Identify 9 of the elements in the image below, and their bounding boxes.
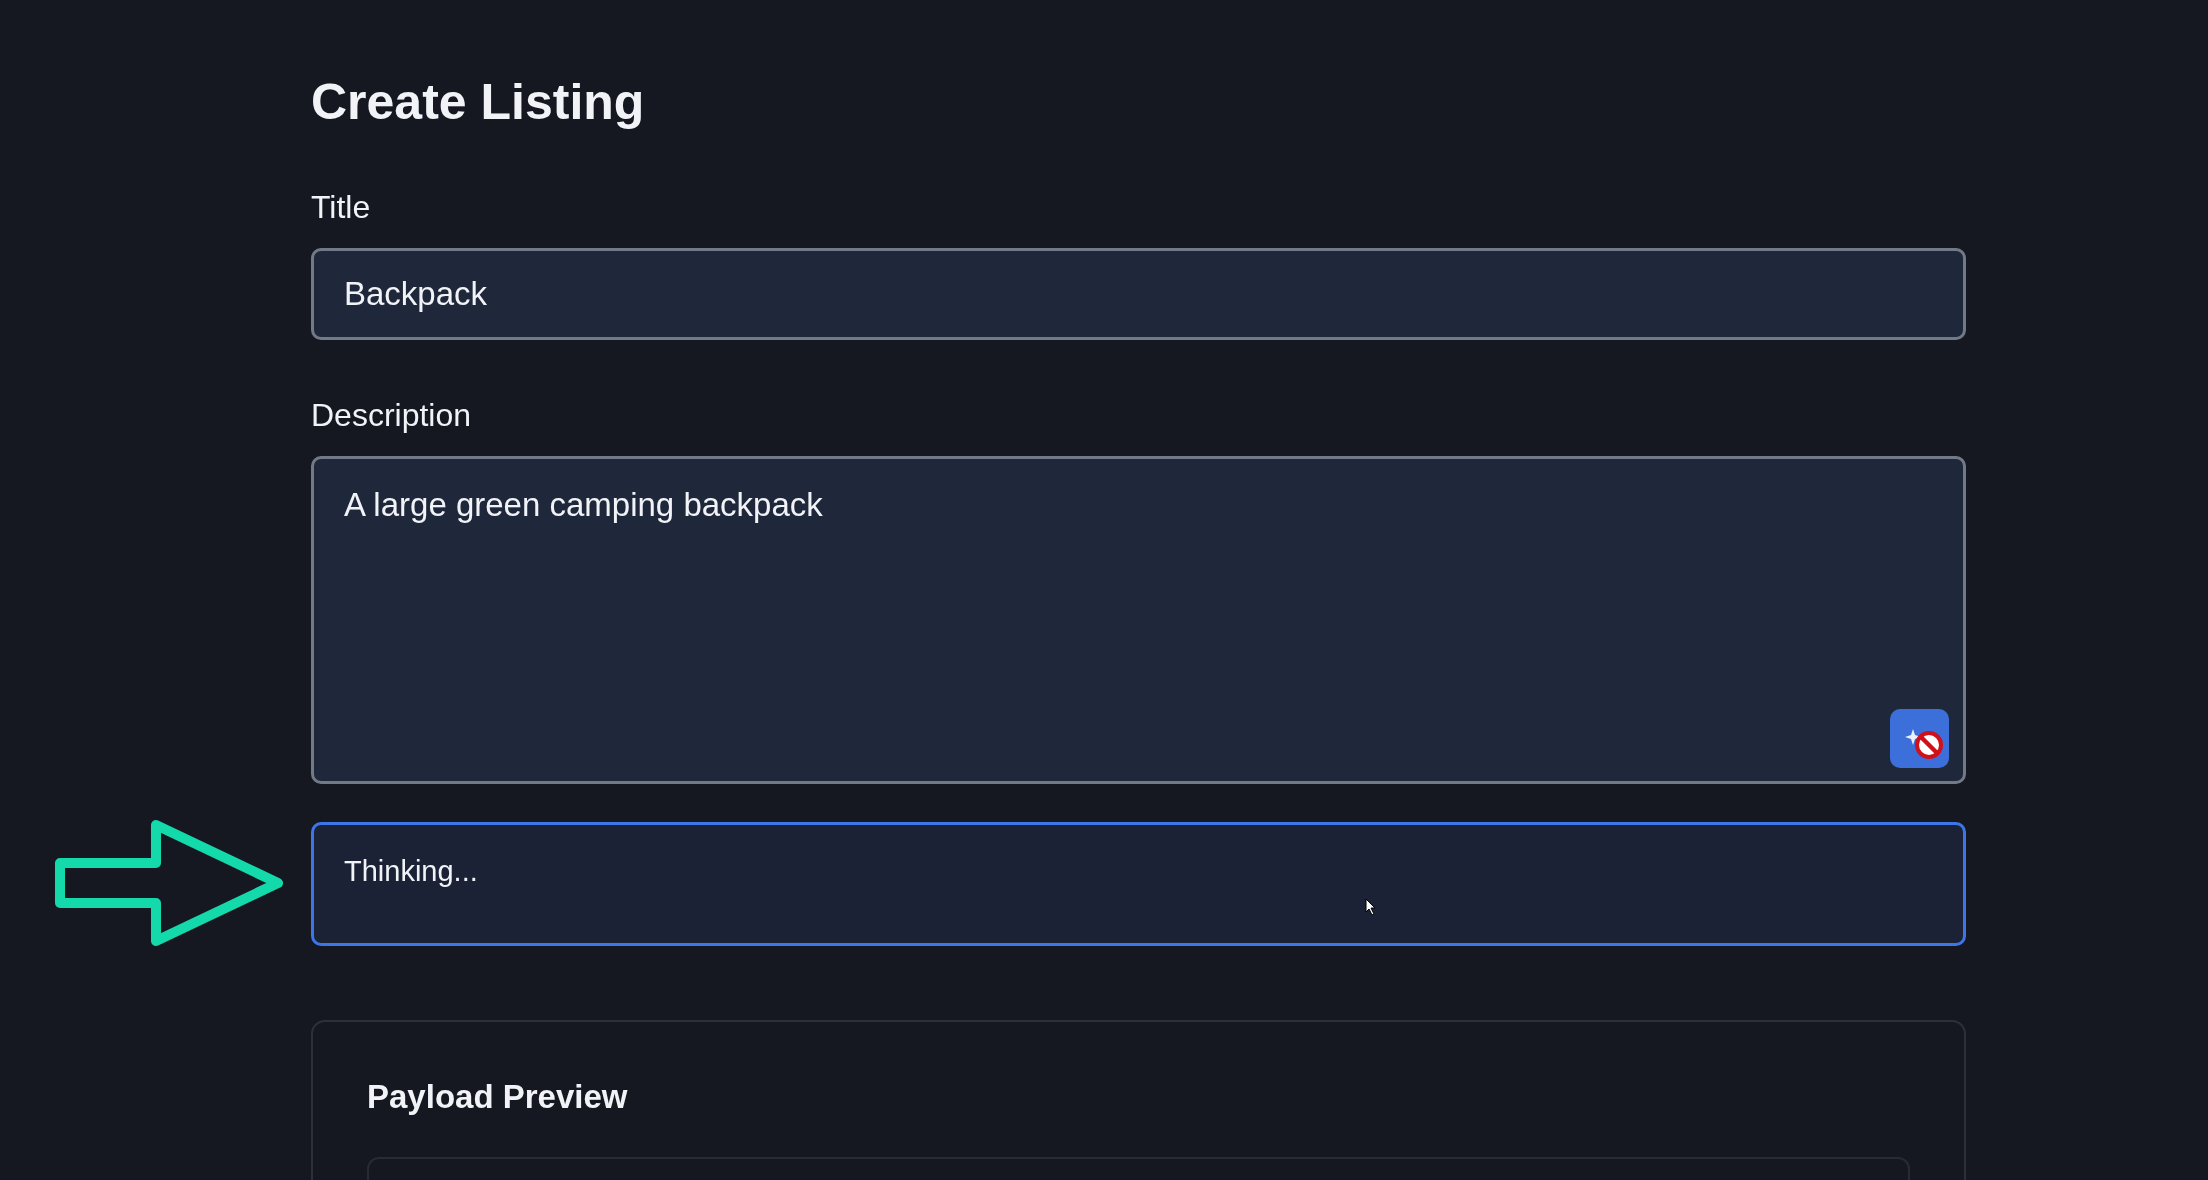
- page-title: Create Listing: [311, 73, 646, 132]
- description-textarea[interactable]: A large green camping backpack: [311, 456, 1966, 784]
- status-text: Thinking...: [344, 855, 478, 887]
- pointer-cursor-icon: [1365, 898, 1377, 916]
- not-allowed-cursor-icon: [1914, 730, 1944, 760]
- field-label: Description: [311, 396, 473, 435]
- title-input[interactable]: Backpack: [311, 248, 1966, 340]
- field-label: Title: [311, 188, 372, 227]
- card-title: Payload Preview: [367, 1077, 629, 1117]
